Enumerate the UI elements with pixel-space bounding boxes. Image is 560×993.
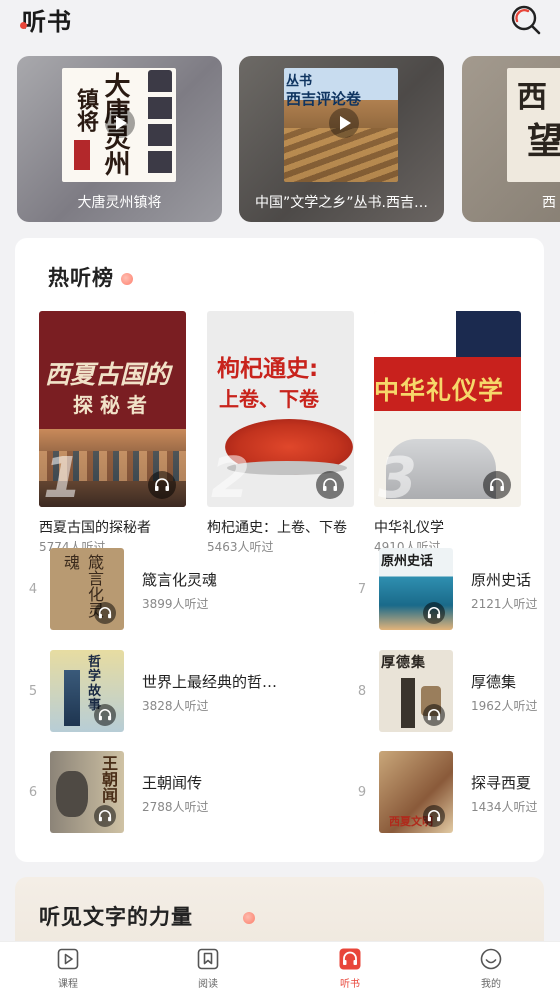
book-cover: 西夏文明 [379,751,453,833]
headphone-icon[interactable] [423,602,445,624]
top-book-item[interactable]: 枸杞通史: 上卷、下卷 2 枸杞通史：上卷、下卷 5463人听过 [207,311,354,555]
banner-item[interactable]: 大唐灵州 镇将 大唐灵州镇将 [17,56,222,222]
rank-number: 7 [357,582,367,597]
top-bar: 听书 [0,0,560,44]
book-title: 原州史话 [471,571,532,589]
book-cover: 箴言化灵魂 [50,548,124,630]
headphone-icon[interactable] [423,805,445,827]
accent-dot [121,273,133,285]
play-icon [57,948,79,970]
banner-carousel[interactable]: 大唐灵州 镇将 大唐灵州镇将 丛书 西吉评论卷 中国”文学之乡”丛书.西吉… 西… [0,56,560,224]
rank-number: 5 [28,684,38,699]
listen-count: 1962人听过 [471,699,538,713]
accent-dot [243,912,255,924]
rank-number: 9 [357,785,367,800]
seal-stamp [74,140,90,170]
bookmark-icon [197,948,219,970]
bottom-nav: 课程 阅读 听书 我的 [0,941,560,993]
search-button[interactable] [508,2,542,36]
rank-number: 8 [357,684,367,699]
book-title: 枸杞通史：上卷、下卷 [207,520,347,536]
listen-count: 1434人听过 [471,800,538,814]
book-title: 探寻西夏 [471,774,532,792]
headphone-icon[interactable] [94,602,116,624]
book-title: 世界上最经典的哲… [142,673,278,691]
nav-item-audiobook[interactable]: 听书 [310,948,390,990]
banner-item[interactable]: 丛书 西吉评论卷 中国”文学之乡”丛书.西吉… [239,56,444,222]
headphone-icon[interactable] [94,805,116,827]
book-cover: 原州史话 [379,548,453,630]
section-title: 听见文字的力量 [39,905,193,929]
section-title: 热听榜 [48,266,114,290]
nav-label: 阅读 [198,979,218,990]
book-title: 王朝闻传 [142,774,203,792]
listen-count: 2121人听过 [471,597,538,611]
listen-count: 2788人听过 [142,800,209,814]
headphone-icon[interactable] [148,471,176,499]
list-item[interactable]: 7 原州史话 原州史话 2121人听过 [352,548,560,632]
listen-count: 3899人听过 [142,597,209,611]
headphone-icon[interactable] [94,704,116,726]
title-accent-dot [20,22,27,29]
book-cover: 中华礼仪学 3 [374,311,521,507]
headphone-icon[interactable] [316,471,344,499]
nav-item-course[interactable]: 课程 [28,948,108,990]
nav-item-reading[interactable]: 阅读 [168,948,248,990]
book-title: 厚德集 [471,673,517,691]
headphone-icon [339,948,361,970]
hot-list-card: 热听榜 西夏古国的 探 秘 者 1 西夏古国的探秘者 5774人听过 枸杞通史:… [15,238,544,862]
listen-count: 3828人听过 [142,699,209,713]
book-cover: 西夏古国的 探 秘 者 1 [39,311,186,507]
book-cover: 厚德集 [379,650,453,732]
rank-number: 3 [378,446,417,507]
list-item[interactable]: 5 哲学故事 世界上最经典的哲… 3828人听过 [23,650,293,734]
banner-caption: 中国”文学之乡”丛书.西吉… [255,195,428,211]
banner-caption: 西 [542,195,556,211]
search-icon [511,5,541,35]
rank-number: 1 [43,446,82,507]
book-title: 中华礼仪学 [374,520,444,536]
book-title: 西夏古国的探秘者 [39,520,151,536]
headphone-icon[interactable] [483,471,511,499]
nav-label: 听书 [340,979,360,990]
nav-label: 我的 [481,979,501,990]
play-icon[interactable] [105,108,135,138]
top-book-item[interactable]: 西夏古国的 探 秘 者 1 西夏古国的探秘者 5774人听过 [39,311,186,555]
book-cover: 哲学故事 [50,650,124,732]
rank-number: 4 [28,582,38,597]
rank-number: 6 [28,785,38,800]
nav-item-mine[interactable]: 我的 [451,948,531,990]
book-title: 箴言化灵魂 [142,571,218,589]
list-item[interactable]: 4 箴言化灵魂 箴言化灵魂 3899人听过 [23,548,293,632]
list-item[interactable]: 6 王朝闻 王朝闻传 2788人听过 [23,751,293,835]
play-icon[interactable] [329,108,359,138]
headphone-icon[interactable] [423,704,445,726]
smile-icon [480,948,502,970]
top-book-item[interactable]: 中华礼仪学 3 中华礼仪学 4910人听过 [374,311,521,555]
book-cover: 王朝闻 [50,751,124,833]
banner-item[interactable]: 西 望 西 [462,56,560,222]
rank-number: 2 [211,446,250,507]
nav-label: 课程 [58,979,78,990]
portrait-column [148,70,172,178]
banner-caption: 大唐灵州镇将 [77,195,162,211]
list-item[interactable]: 8 厚德集 厚德集 1962人听过 [352,650,560,734]
banner-cover: 西 望 [507,68,560,182]
list-item[interactable]: 9 西夏文明 探寻西夏 1434人听过 [352,751,560,835]
page-title: 听书 [22,8,72,36]
book-cover: 枸杞通史: 上卷、下卷 2 [207,311,354,507]
